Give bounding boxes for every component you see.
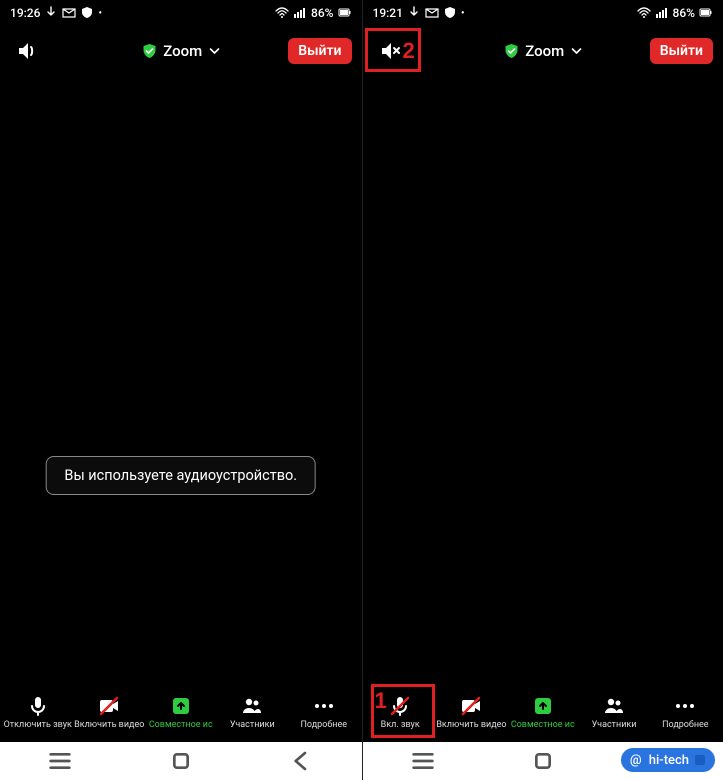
status-time: 19:26 [10, 6, 40, 20]
meeting-title-dropdown[interactable]: Zoom [141, 42, 220, 60]
status-bar: 19:26 • 86% [0, 0, 362, 26]
download-icon [44, 6, 58, 20]
video-label: Включить видео [436, 720, 506, 730]
wifi-icon [637, 6, 651, 20]
shield-status-icon [80, 6, 94, 20]
encryption-shield-icon [503, 43, 519, 59]
share-label: Совместное ис [511, 720, 575, 730]
microphone-icon [26, 694, 50, 718]
speaker-off-icon [379, 39, 403, 63]
participants-icon [240, 694, 264, 718]
mail-icon [425, 6, 439, 20]
watermark-logo-icon [695, 755, 705, 765]
tutorial-number-1: 1 [375, 688, 387, 714]
status-more-dot: • [98, 8, 102, 19]
leave-button[interactable]: Выйти [288, 38, 351, 64]
meeting-title-dropdown[interactable]: Zoom [503, 42, 582, 60]
toast-text: Вы используете аудиоустройство. [64, 467, 297, 484]
tutorial-number-2: 2 [403, 38, 415, 64]
share-screen-icon [531, 694, 555, 718]
chevron-down-icon [570, 45, 582, 57]
more-label: Подробнее [662, 720, 709, 730]
more-button[interactable]: Подробнее [288, 694, 360, 730]
wifi-icon [275, 6, 289, 20]
encryption-shield-icon [141, 43, 157, 59]
status-time: 19:21 [373, 6, 403, 20]
meeting-top-bar: Zoom Выйти 2 [363, 26, 723, 76]
participants-label: Участники [230, 720, 275, 730]
mute-button[interactable]: Отключить звук [2, 694, 74, 730]
battery-icon [338, 6, 352, 20]
share-button[interactable]: Совместное ис [507, 694, 578, 730]
leave-button-label: Выйти [660, 43, 703, 59]
share-screen-icon [169, 694, 193, 718]
signal-icon [293, 6, 307, 20]
battery-percent: 86% [311, 6, 333, 20]
download-icon [407, 6, 421, 20]
nav-home-button[interactable] [531, 749, 555, 773]
participants-label: Участники [592, 720, 637, 730]
status-more-dot: • [461, 8, 465, 19]
status-bar: 19:21 • 86% [363, 0, 723, 26]
app-label: Zoom [163, 42, 202, 60]
speaker-on-icon [16, 39, 40, 63]
mail-icon [62, 6, 76, 20]
nav-recent-button[interactable] [411, 749, 435, 773]
participants-icon [602, 694, 626, 718]
meeting-toolbar: Вкл. звук Включить видео Совместное ис У… [363, 682, 723, 742]
video-off-icon [97, 694, 121, 718]
nav-back-button[interactable] [289, 749, 313, 773]
shield-status-icon [443, 6, 457, 20]
microphone-off-icon [388, 694, 412, 718]
app-label: Zoom [525, 42, 564, 60]
participants-button[interactable]: Участники [217, 694, 289, 730]
share-label: Совместное ис [149, 720, 213, 730]
leave-button-label: Выйти [298, 43, 341, 59]
video-button[interactable]: Включить видео [74, 694, 146, 730]
nav-home-button[interactable] [169, 749, 193, 773]
video-area[interactable]: Вы используете аудиоустройство. [0, 76, 362, 682]
chevron-down-icon [208, 45, 220, 57]
battery-percent: 86% [673, 6, 695, 20]
leave-button[interactable]: Выйти [650, 38, 713, 64]
source-watermark: @ hi-tech [621, 748, 715, 772]
battery-icon [699, 6, 713, 20]
more-icon [312, 694, 336, 718]
unmute-label: Вкл. звук [381, 720, 420, 730]
audio-device-toast: Вы используете аудиоустройство. [45, 456, 316, 495]
watermark-text: hi-tech [649, 753, 689, 768]
nav-recent-button[interactable] [48, 749, 72, 773]
speaker-button[interactable] [10, 33, 46, 69]
at-sign-icon: @ [627, 751, 645, 769]
share-button[interactable]: Совместное ис [145, 694, 217, 730]
video-area[interactable] [363, 76, 723, 682]
video-button[interactable]: Включить видео [436, 694, 507, 730]
video-off-icon [459, 694, 483, 718]
video-label: Включить видео [74, 720, 144, 730]
meeting-toolbar: Отключить звук Включить видео Совместное… [0, 682, 362, 742]
signal-icon [655, 6, 669, 20]
meeting-top-bar: Zoom Выйти [0, 26, 362, 76]
screen-right: 19:21 • 86% Zoom Вый [362, 0, 723, 780]
participants-button[interactable]: Участники [578, 694, 649, 730]
system-nav-bar [0, 742, 362, 780]
more-label: Подробнее [301, 720, 348, 730]
mute-label: Отключить звук [4, 720, 72, 730]
screen-left: 19:26 • 86% Zoom Вый [0, 0, 362, 780]
more-button[interactable]: Подробнее [650, 694, 721, 730]
more-icon [673, 694, 697, 718]
